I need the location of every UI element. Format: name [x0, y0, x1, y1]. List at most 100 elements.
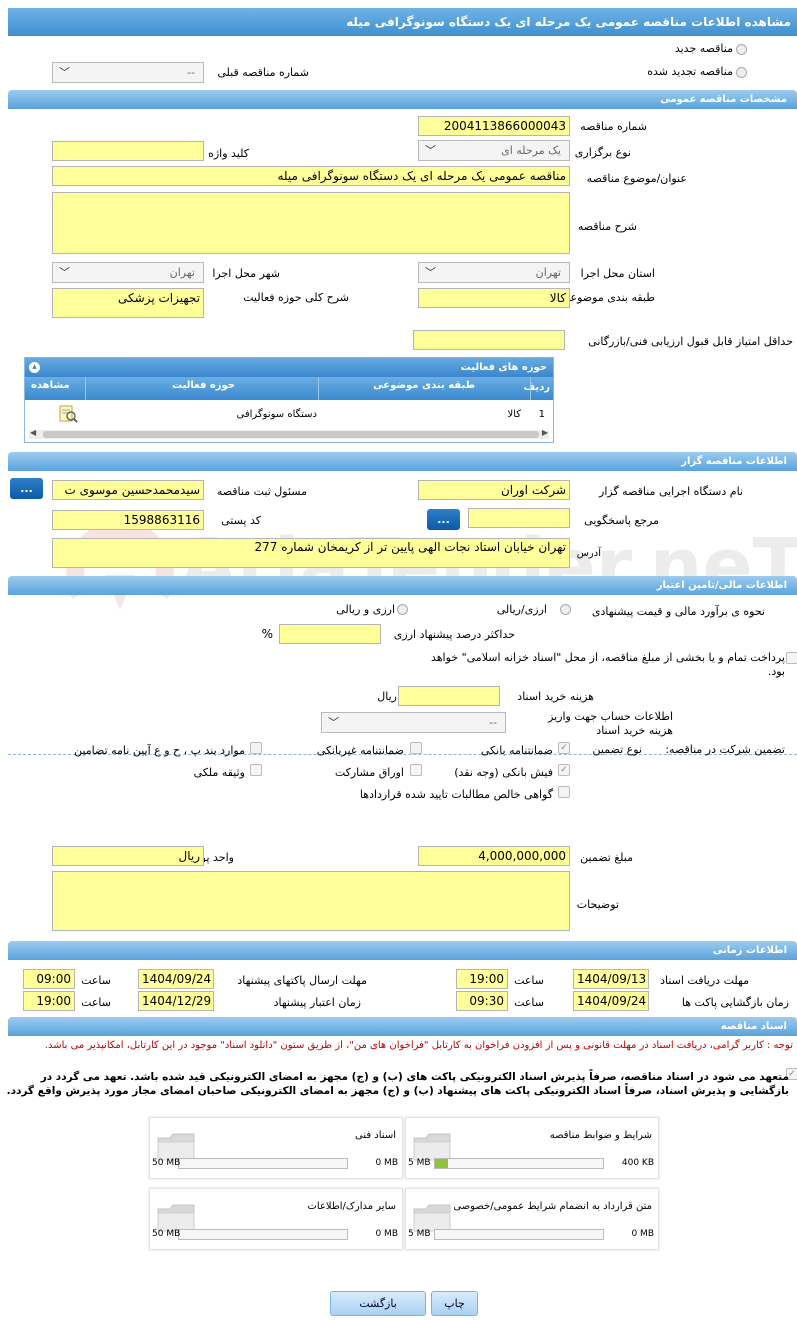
progress-bar [434, 1229, 604, 1240]
notes-field[interactable] [52, 871, 570, 931]
chevron-down-icon: ﹀ [59, 266, 70, 279]
ref-field [468, 508, 570, 528]
chevron-down-icon: ﹀ [425, 266, 436, 279]
claims-cert-label: گواهی خالص مطالبات تایید شده قراردادها [359, 788, 553, 801]
radio-renew[interactable] [736, 67, 747, 78]
doc-card-other[interactable]: سایر مدارک/اطلاعات 50 MB 0 MB [149, 1188, 403, 1250]
guarantee-label: تضمین شرکت در مناقصه: [665, 743, 785, 756]
general-section-header: مشخصات مناقصه عمومی [8, 90, 797, 109]
min-score-field[interactable] [413, 330, 565, 350]
number-field: 2004113866000043 [418, 116, 570, 136]
new-label: مناقصه جدید [674, 42, 733, 55]
open-time-label: ساعت [514, 996, 544, 1009]
type-select[interactable]: ﹀ یک مرحله ای [418, 140, 570, 161]
checkbox-property [250, 764, 262, 776]
prev-number-select[interactable]: ﹀ -- [52, 62, 204, 83]
activity-header: حوزه های فعالیت ▴ [25, 358, 553, 377]
org-field: شرکت اوران [418, 480, 570, 500]
guarantee-type-label: نوع تضمین [592, 743, 642, 756]
table-row: 1 کالا دستگاه سونوگرافی [25, 404, 553, 426]
chevron-down-icon: ﹀ [328, 716, 339, 729]
chevron-down-icon: ﹀ [59, 66, 70, 79]
amount-field: 4,000,000,000 [418, 846, 570, 866]
table-scrollbar[interactable]: ◀ ▶ [29, 428, 549, 439]
ref-more-button[interactable]: ... [427, 509, 460, 530]
nonbank-guarantee-label: ضمانتنامه غیربانکی [316, 744, 404, 757]
registrar-more-button[interactable]: ... [10, 478, 43, 499]
open-label: زمان بازگشایی پاکت ها [681, 996, 789, 1009]
number-label: شماره مناقصه [580, 120, 647, 133]
scope-label: شرح کلی حوزه فعالیت [243, 291, 349, 304]
province-select[interactable]: ﹀ تهران [418, 262, 570, 283]
checkbox-claims-cert [558, 786, 570, 798]
documents-notice: توجه : کاربر گرامی، دریافت اسناد در مهلت… [44, 1040, 793, 1051]
max-percent-label: حداکثر درصد پیشنهاد ارزی [393, 628, 515, 641]
keyword-field[interactable] [52, 141, 204, 161]
checkbox-nonbank-guarantee [410, 742, 422, 754]
page-title: مشاهده اطلاعات مناقصه عمومی یک مرحله ای … [8, 8, 797, 36]
radio-new[interactable] [736, 44, 747, 55]
registrar-label: مسئول ثبت مناقصه [216, 485, 307, 498]
col-category: طبقه بندی موضوعی [373, 380, 475, 391]
doc-card-technical[interactable]: اسناد فنی 50 MB 0 MB [149, 1117, 403, 1179]
receive-label: مهلت دریافت اسناد [660, 974, 749, 987]
send-label: مهلت ارسال پاکتهای پیشنهاد [237, 974, 367, 987]
col-field: حوزه فعالیت [172, 380, 235, 391]
ref-label: مرجع پاسخگویی [584, 514, 659, 527]
doc-card-conditions[interactable]: شرایط و ضوابط مناقصه 5 MB 400 KB [405, 1117, 659, 1179]
max-percent-field[interactable] [279, 624, 381, 644]
receive-time-label: ساعت [514, 974, 544, 987]
renew-label: مناقصه تجدید شده [647, 65, 733, 78]
category-label: طبقه بندی موضوعی [561, 291, 655, 304]
doc-cost-field [398, 686, 500, 706]
open-time-field: 09:30 [456, 991, 508, 1011]
estimate-label: نحوه ی برآورد مالی و قیمت پیشنهادی [591, 605, 765, 618]
account-label: اطلاعات حساب جهت واریز هزینه خرید اسناد [548, 710, 673, 737]
radio-currency-rial[interactable] [560, 604, 571, 615]
receive-time-field: 19:00 [456, 969, 508, 989]
treasury-checkbox[interactable] [786, 652, 797, 664]
registrar-field: سیدمحمدحسین موسوی ت [52, 480, 204, 500]
commit-text: متعهد می شود در اسناد مناقصه، صرفاً پذیر… [6, 1071, 789, 1097]
radio-currency-and-rial[interactable] [397, 604, 408, 615]
receive-date-field: 1404/09/13 [573, 969, 649, 989]
bank-guarantee-label: ضمانتنامه بانکی [480, 744, 553, 757]
back-button[interactable]: بازگشت [330, 1291, 426, 1316]
send-time-field: 09:00 [23, 969, 75, 989]
address-field: تهران خیابان استاد نجات الهی پایین تر از… [52, 538, 570, 568]
percent-sign: % [261, 627, 273, 641]
account-select[interactable]: ﹀ -- [321, 712, 506, 733]
treasury-text: پرداخت تمام و یا بخشی از مبلغ مناقصه، از… [430, 651, 785, 678]
collapse-icon[interactable]: ▴ [29, 362, 40, 373]
col-view: مشاهده [31, 380, 70, 391]
cash-receipt-label: فیش بانکی (وجه نقد) [454, 766, 553, 779]
valid-time-label: ساعت [81, 996, 111, 1009]
desc-label: شرح مناقصه [577, 220, 637, 233]
amount-label: مبلغ تضمین [580, 851, 633, 864]
progress-bar [434, 1158, 604, 1169]
print-button[interactable]: چاپ [431, 1291, 478, 1316]
city-label: شهر محل اجرا [212, 267, 280, 280]
valid-date-field: 1404/12/29 [138, 991, 214, 1011]
postal-field: 1598863116 [52, 510, 204, 530]
financial-section-header: اطلاعات مالی/تامین اعتبار [8, 576, 797, 595]
keyword-label: کلید واژه [208, 147, 249, 160]
doc-card-contract[interactable]: متن قرارداد به انضمام شرایط عمومی/خصوصی … [405, 1188, 659, 1250]
organizer-section-header: اطلاعات مناقصه گزار [8, 452, 797, 471]
scope-field: تجهیزات پزشکی [52, 288, 204, 318]
valid-label: زمان اعتبار پیشنهاد [273, 996, 361, 1009]
open-date-field: 1404/09/24 [573, 991, 649, 1011]
city-select[interactable]: ﹀ تهران [52, 262, 204, 283]
prev-number-label: شماره مناقصه قبلی [217, 66, 309, 79]
currency-and-rial-label: ارزی و ریالی [336, 603, 395, 616]
property-label: وثیقه ملکی [193, 766, 245, 779]
send-date-field: 1404/09/24 [138, 969, 214, 989]
view-icon[interactable] [57, 404, 79, 424]
progress-bar [178, 1229, 348, 1240]
subject-label: عنوان/موضوع مناقصه [586, 172, 687, 185]
subject-field: مناقصه عمومی یک مرحله ای یک دستگاه سونوگ… [52, 166, 570, 186]
col-index: ردیف [523, 382, 550, 393]
desc-field[interactable] [52, 192, 570, 254]
postal-label: کد پستی [221, 514, 261, 527]
send-time-label: ساعت [81, 974, 111, 987]
